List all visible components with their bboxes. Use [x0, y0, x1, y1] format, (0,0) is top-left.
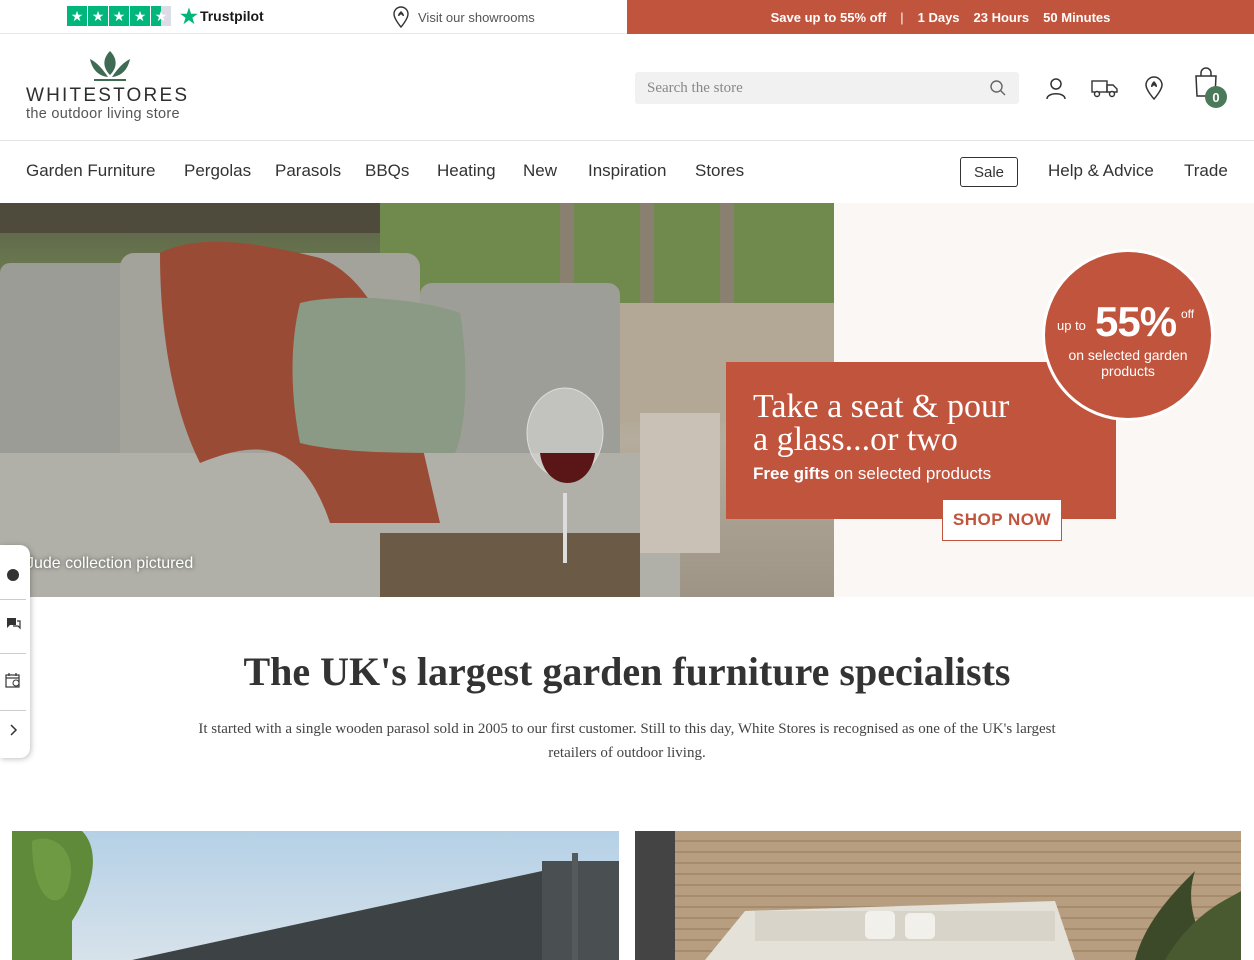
main-nav: Garden Furniture Pergolas Parasols BBQs …	[0, 141, 1254, 203]
chat-bubble-button[interactable]	[0, 555, 26, 595]
star-icon: ★	[130, 6, 150, 26]
messages-button[interactable]	[0, 603, 26, 643]
trustpilot-star-icon: ★	[180, 5, 198, 28]
nav-heating[interactable]: Heating	[437, 161, 496, 181]
nav-pergolas[interactable]: Pergolas	[184, 161, 251, 181]
nav-garden-furniture[interactable]: Garden Furniture	[26, 161, 155, 181]
promo-countdown-bar[interactable]: Save up to 55% off | 1 Days 23 Hours 50 …	[627, 0, 1254, 34]
top-bar: ★ ★ ★ ★ ★ ★ Trustpilot Visit our showroom…	[0, 0, 1254, 34]
star-half-icon: ★	[151, 6, 171, 26]
hero-subheadline: Free gifts on selected products	[753, 464, 992, 483]
shop-now-button[interactable]: SHOP NOW	[942, 499, 1062, 541]
search-input[interactable]	[647, 79, 989, 97]
nav-trade[interactable]: Trade	[1184, 161, 1228, 181]
calendar-icon	[5, 673, 20, 688]
hero-photo: Jude collection pictured	[0, 203, 834, 597]
lotus-logo-icon	[90, 51, 130, 81]
star-icon: ★	[67, 6, 87, 26]
logo-name: WHITESTORES	[26, 85, 190, 106]
nav-inspiration[interactable]: Inspiration	[588, 161, 666, 181]
trustpilot-logo: ★ Trustpilot	[180, 5, 264, 28]
promo-separator: |	[900, 9, 904, 25]
hero-banner[interactable]: Jude collection pictured Take a seat & p…	[0, 203, 1254, 597]
nav-new[interactable]: New	[523, 161, 557, 181]
pergola-category-tile[interactable]	[12, 831, 619, 960]
nav-sale-button[interactable]: Sale	[960, 157, 1018, 187]
chevron-right-icon	[10, 724, 18, 736]
showrooms-link[interactable]: Visit our showrooms	[392, 6, 535, 28]
account-button[interactable]	[1043, 75, 1069, 101]
expand-widget-button[interactable]	[0, 710, 26, 750]
cart-count-badge[interactable]: 0	[1205, 86, 1227, 108]
store-locator-button[interactable]	[1141, 75, 1167, 101]
corner-sofa-photo	[635, 831, 1241, 960]
search-bar[interactable]	[635, 72, 1019, 104]
nav-help-advice[interactable]: Help & Advice	[1048, 161, 1154, 181]
nav-stores[interactable]: Stores	[695, 161, 744, 181]
delivery-truck-icon	[1091, 80, 1118, 98]
countdown-days: 1 Days	[917, 9, 960, 25]
chat-icon	[7, 618, 21, 630]
location-pin-icon	[393, 6, 409, 28]
user-icon	[1046, 78, 1066, 100]
countdown-hours: 23 Hours	[973, 9, 1030, 25]
promo-text: Save up to 55% off	[770, 9, 887, 25]
chat-bubble-icon	[7, 569, 19, 581]
pergola-photo	[12, 831, 619, 960]
site-header: WHITESTORES the outdoor living store	[0, 35, 1254, 141]
nav-parasols[interactable]: Parasols	[275, 161, 341, 181]
countdown-minutes: 50 Minutes	[1043, 9, 1111, 25]
star-icon: ★	[88, 6, 108, 26]
appointment-button[interactable]	[0, 660, 26, 700]
intro-text: It started with a single wooden parasol …	[198, 721, 1056, 761]
side-widget	[0, 545, 30, 758]
delivery-button[interactable]	[1090, 75, 1120, 101]
hero-headline: Take a seat & pour a glass...or two	[753, 388, 1010, 458]
intro-title: The UK's largest garden furniture specia…	[243, 649, 1011, 694]
location-pin-icon	[1145, 76, 1163, 100]
trustpilot-rating[interactable]: ★ ★ ★ ★ ★ ★ Trustpilot	[67, 5, 264, 28]
sofa-scene-illustration	[0, 203, 834, 597]
logo-tagline: the outdoor living store	[26, 106, 180, 122]
star-icon: ★	[109, 6, 129, 26]
sofa-category-tile[interactable]	[635, 831, 1241, 960]
hero-caption: Jude collection pictured	[26, 555, 194, 572]
search-icon[interactable]	[989, 79, 1007, 97]
discount-badge: up to 55% off on selected garden product…	[1042, 249, 1214, 421]
whitestores-logo[interactable]: WHITESTORES the outdoor living store	[26, 49, 206, 122]
nav-bbqs[interactable]: BBQs	[365, 161, 409, 181]
